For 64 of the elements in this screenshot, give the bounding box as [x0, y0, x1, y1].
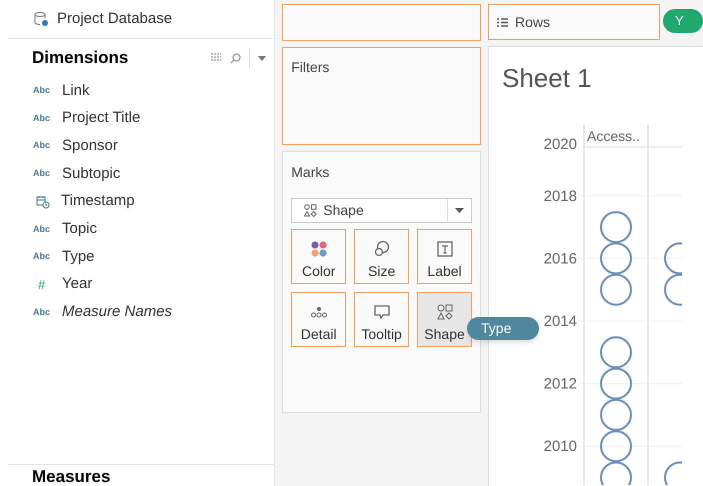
- shape-icon: [304, 204, 318, 217]
- circle-mark: [600, 274, 632, 306]
- calendar-clock-icon: [36, 194, 50, 209]
- field-name[interactable]: Sponsor: [62, 134, 118, 158]
- marks-button[interactable]: Tooltip: [354, 292, 410, 347]
- database-icon: [33, 11, 49, 27]
- section-heading: Measures: [32, 467, 112, 486]
- field-name[interactable]: Measure Names: [62, 301, 172, 324]
- search-icon[interactable]: [230, 52, 242, 64]
- axis-tick-label: 2014: [544, 313, 577, 330]
- marks-button[interactable]: Label: [417, 229, 472, 284]
- circle-mark: [600, 211, 632, 244]
- datasource-name[interactable]: Project Database: [57, 8, 172, 30]
- string-type-icon: Abc: [33, 84, 62, 98]
- column-header: Access..: [587, 128, 640, 144]
- shapes-icon: [436, 303, 454, 321]
- circle-mark: [600, 430, 632, 462]
- field-name[interactable]: Topic: [62, 218, 98, 241]
- speech-bubble-icon: [372, 303, 391, 321]
- axis-tick-label: 2020: [544, 136, 577, 154]
- field-name[interactable]: Timestamp: [61, 190, 135, 213]
- sheet-title: Sheet 1: [502, 62, 592, 94]
- size-circles-icon: [372, 240, 391, 258]
- circle-mark: [600, 368, 632, 400]
- shelf-title: Marks: [291, 163, 330, 182]
- field-name[interactable]: Subtopic: [62, 162, 120, 186]
- marks-button[interactable]: Shape: [417, 292, 472, 347]
- field-name[interactable]: Year: [62, 273, 92, 296]
- string-type-icon: Abc: [33, 306, 62, 320]
- circle-mark: [664, 462, 682, 485]
- string-type-icon: Abc: [33, 222, 62, 236]
- marks-button[interactable]: Color: [291, 229, 346, 284]
- circle-mark: [600, 462, 632, 485]
- axis-tick-label: 2010: [544, 438, 577, 456]
- circle-mark: [600, 336, 632, 368]
- text-label-icon: [436, 240, 454, 258]
- axis-tick-label: 2012: [544, 376, 577, 393]
- string-type-icon: Abc: [33, 139, 62, 153]
- field-name[interactable]: Link: [62, 80, 90, 102]
- list-view-icon[interactable]: [210, 53, 222, 63]
- dragged-field-pill: Type: [467, 317, 539, 340]
- field-name[interactable]: Project Title: [62, 107, 140, 130]
- circle-mark: [664, 274, 682, 306]
- marks-button[interactable]: Detail: [291, 292, 346, 347]
- circle-mark: [600, 242, 632, 274]
- shelf-title: Filters: [291, 59, 330, 75]
- section-heading: Dimensions: [32, 47, 128, 70]
- shelf-title: Rows: [515, 12, 550, 32]
- field-name[interactable]: Type: [62, 246, 95, 268]
- mark-type-dropdown[interactable]: Shape: [291, 198, 472, 223]
- dropdown-caret-icon[interactable]: [258, 56, 266, 60]
- string-type-icon: Abc: [33, 167, 62, 181]
- axis-tick-label: 2016: [544, 250, 577, 268]
- circle-mark: [600, 398, 632, 431]
- mark-type-label: Shape: [323, 201, 364, 220]
- color-dots-icon: [310, 240, 328, 258]
- circle-mark: [664, 242, 682, 274]
- string-type-icon: Abc: [33, 250, 62, 264]
- number-type-icon: #: [33, 274, 62, 294]
- string-type-icon: Abc: [33, 112, 62, 126]
- axis-tick-label: 2018: [544, 188, 577, 205]
- list-icon: [497, 18, 508, 26]
- marks-button[interactable]: Size: [354, 229, 410, 284]
- dropdown-caret-icon: [455, 208, 464, 213]
